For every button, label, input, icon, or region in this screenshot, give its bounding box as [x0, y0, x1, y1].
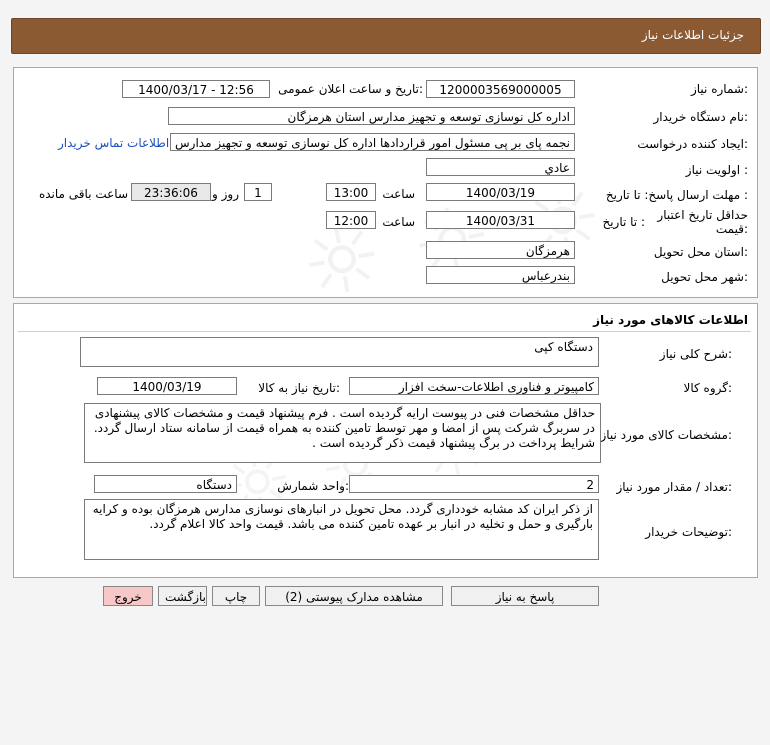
validity-time-field: 12:00	[326, 211, 376, 229]
creator-field: نجمه پای بر پی مسئول امور قراردادها ادار…	[170, 133, 575, 151]
buyer-contact-link[interactable]: اطلاعات تماس خریدار	[58, 136, 169, 150]
deadline-date-field: 1400/03/19	[426, 183, 575, 201]
exit-button[interactable]: خروج	[103, 586, 153, 606]
validity-date-field: 1400/03/31	[426, 211, 575, 229]
city-label: شهر محل تحویل:	[661, 270, 748, 284]
summary-label: شرح کلی نیاز:	[659, 347, 732, 361]
view-attachments-button[interactable]: مشاهده مدارک پیوستی (2)	[265, 586, 443, 606]
remaining-time-field: 23:36:06	[131, 183, 211, 201]
specs-field: حداقل مشخصات فنی در پیوست ارایه گردیده ا…	[84, 403, 601, 463]
group-label: گروه کالا:	[683, 381, 733, 395]
validity-label-2: قیمت:	[715, 222, 748, 236]
need-number-label: شماره نیاز:	[690, 82, 748, 96]
goods-section-title: اطلاعات کالاهای مورد نیاز	[593, 313, 748, 327]
remaining-label: ساعت باقی مانده	[38, 187, 128, 201]
province-label: استان محل تحویل:	[653, 245, 748, 259]
deadline-time-field: 13:00	[326, 183, 376, 201]
days-field: 1	[244, 183, 272, 201]
page-title: جزئیات اطلاعات نیاز	[641, 28, 744, 42]
buyer-label: نام دستگاه خریدار:	[653, 110, 749, 124]
section-divider	[18, 331, 751, 332]
priority-field: عادي	[426, 158, 575, 176]
need-date-field: 1400/03/19	[97, 377, 237, 395]
qty-label: تعداد / مقدار مورد نیاز:	[616, 480, 732, 494]
summary-field: دستگاه کپی	[80, 337, 599, 367]
days-label: روز و	[212, 187, 239, 201]
print-button[interactable]: چاپ	[212, 586, 260, 606]
validity-to-label: تا تاریخ :	[602, 215, 645, 229]
priority-label: اولویت نیاز :	[685, 163, 748, 177]
buyer-field: اداره کل نوسازی توسعه و تجهیز مدارس استا…	[168, 107, 575, 125]
notes-field: از ذکر ایران کد مشابه خودداری گردد. محل …	[84, 499, 599, 560]
deadline-time-label: ساعت	[382, 187, 415, 201]
deadline-label: مهلت ارسال پاسخ: تا تاریخ :	[605, 188, 748, 202]
announce-label: تاریخ و ساعت اعلان عمومی:	[278, 82, 423, 96]
need-info-panel	[13, 67, 758, 298]
notes-label: توضیحات خریدار:	[645, 525, 732, 539]
city-field: بندرعباس	[426, 266, 575, 284]
need-number-field: 1200003569000005	[426, 80, 575, 98]
group-field: کامپیوتر و فناوری اطلاعات-سخت افزار	[349, 377, 599, 395]
validity-time-label: ساعت	[382, 215, 415, 229]
validity-label-1: حداقل تاریخ اعتبار	[657, 208, 748, 222]
province-field: هرمزگان	[426, 241, 575, 259]
unit-label: واحد شمارش:	[277, 479, 349, 493]
creator-label: ایجاد کننده درخواست:	[637, 137, 748, 151]
respond-button[interactable]: پاسخ به نیاز	[451, 586, 599, 606]
announce-field: 1400/03/17 - 12:56	[122, 80, 270, 98]
back-button[interactable]: بازگشت	[158, 586, 207, 606]
specs-label: مشخصات کالای مورد نیاز:	[600, 428, 732, 442]
unit-field: دستگاه	[94, 475, 237, 493]
qty-field: 2	[349, 475, 599, 493]
page-header: جزئیات اطلاعات نیاز	[11, 18, 761, 54]
need-date-label: تاریخ نیاز به کالا:	[258, 381, 340, 395]
